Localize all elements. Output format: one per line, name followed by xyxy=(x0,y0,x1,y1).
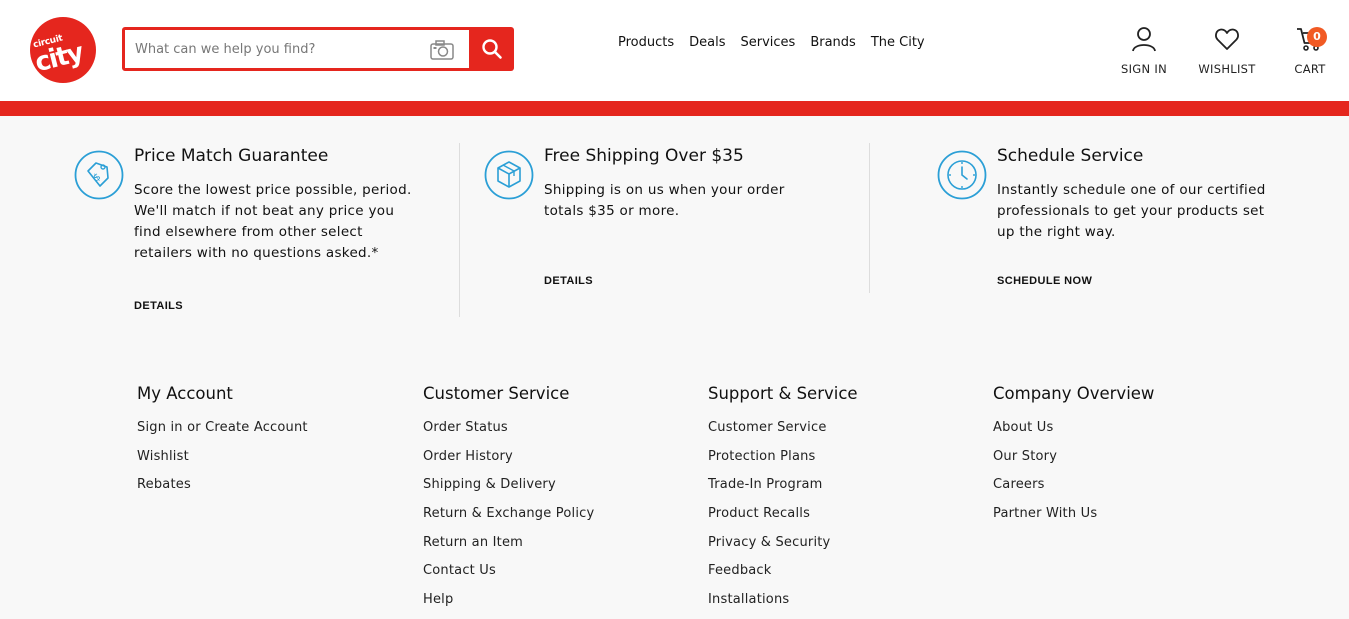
schedule-now-link[interactable]: SCHEDULE NOW xyxy=(997,275,1092,287)
footer-column-my-account: My Account Sign in or Create Account Wis… xyxy=(137,384,308,506)
footer-column-company-overview: Company Overview About Us Our Story Care… xyxy=(993,384,1154,535)
footer-link-product-recalls[interactable]: Product Recalls xyxy=(708,506,858,535)
sign-in-label: SIGN IN xyxy=(1121,62,1167,76)
clock-icon xyxy=(937,150,987,200)
circuit-city-logo[interactable]: circuit city xyxy=(30,17,96,83)
footer-link-return-item[interactable]: Return an Item xyxy=(423,535,594,564)
svg-text:$: $ xyxy=(91,171,103,184)
footer-heading: Customer Service xyxy=(423,384,570,403)
price-match-details-link[interactable]: DETAILS xyxy=(134,300,183,312)
wishlist-label: WISHLIST xyxy=(1198,62,1256,76)
footer-heading: Support & Service xyxy=(708,384,858,403)
site-header: circuit city Products Deals Services Bra… xyxy=(0,0,1349,101)
footer-link-our-story[interactable]: Our Story xyxy=(993,449,1154,478)
user-icon xyxy=(1132,27,1156,52)
footer-column-customer-service: Customer Service Order Status Order Hist… xyxy=(423,384,594,619)
cart-label: CART xyxy=(1294,62,1326,76)
footer-heading: Company Overview xyxy=(993,384,1155,403)
promo-text: Score the lowest price possible, period.… xyxy=(134,182,412,261)
nav-the-city[interactable]: The City xyxy=(871,35,925,50)
footer-column-support-service: Support & Service Customer Service Prote… xyxy=(708,384,858,619)
promo-title: Free Shipping Over $35 xyxy=(544,146,744,166)
main-nav: Products Deals Services Brands The City xyxy=(618,35,940,50)
footer-link-partner[interactable]: Partner With Us xyxy=(993,506,1154,535)
promo-title: Price Match Guarantee xyxy=(134,146,329,166)
footer-link-about-us[interactable]: About Us xyxy=(993,420,1154,449)
footer-link-return-policy[interactable]: Return & Exchange Policy xyxy=(423,506,594,535)
footer-link-order-history[interactable]: Order History xyxy=(423,449,594,478)
box-icon xyxy=(484,150,534,200)
footer-heading: My Account xyxy=(137,384,233,403)
footer-link-shipping-delivery[interactable]: Shipping & Delivery xyxy=(423,477,594,506)
promo-divider xyxy=(869,143,870,293)
heart-icon xyxy=(1215,28,1239,50)
header-divider-bar xyxy=(0,101,1349,116)
footer-link-sign-in[interactable]: Sign in or Create Account xyxy=(137,420,308,449)
nav-deals[interactable]: Deals xyxy=(689,35,725,50)
footer-link-wishlist[interactable]: Wishlist xyxy=(137,449,308,478)
camera-icon[interactable] xyxy=(429,39,455,61)
search-icon xyxy=(481,39,502,59)
footer-link-privacy-security[interactable]: Privacy & Security xyxy=(708,535,858,564)
promo-text: Shipping is on us when your order totals… xyxy=(544,182,785,219)
cart-count-badge: 0 xyxy=(1307,27,1327,47)
free-shipping-details-link[interactable]: DETAILS xyxy=(544,275,593,287)
search-bar xyxy=(122,27,514,71)
promo-title: Schedule Service xyxy=(997,146,1144,166)
promo-divider xyxy=(459,143,460,317)
nav-brands[interactable]: Brands xyxy=(810,35,856,50)
sign-in-button[interactable]: SIGN IN xyxy=(1118,26,1170,76)
footer-link-installations[interactable]: Installations xyxy=(708,592,858,619)
footer-link-feedback[interactable]: Feedback xyxy=(708,563,858,592)
footer-link-help[interactable]: Help xyxy=(423,592,594,619)
wishlist-button[interactable]: WISHLIST xyxy=(1196,26,1258,76)
footer-link-protection-plans[interactable]: Protection Plans xyxy=(708,449,858,478)
footer-link-rebates[interactable]: Rebates xyxy=(137,477,308,506)
nav-products[interactable]: Products xyxy=(618,35,674,50)
search-input[interactable] xyxy=(135,38,420,60)
footer-link-contact-us[interactable]: Contact Us xyxy=(423,563,594,592)
price-tag-icon: $ xyxy=(74,150,124,200)
footer-link-customer-service[interactable]: Customer Service xyxy=(708,420,858,449)
footer-link-trade-in[interactable]: Trade-In Program xyxy=(708,477,858,506)
footer-link-careers[interactable]: Careers xyxy=(993,477,1154,506)
footer-link-order-status[interactable]: Order Status xyxy=(423,420,594,449)
nav-services[interactable]: Services xyxy=(741,35,796,50)
search-button[interactable] xyxy=(469,27,514,71)
promo-text: Instantly schedule one of our certified … xyxy=(997,182,1266,240)
